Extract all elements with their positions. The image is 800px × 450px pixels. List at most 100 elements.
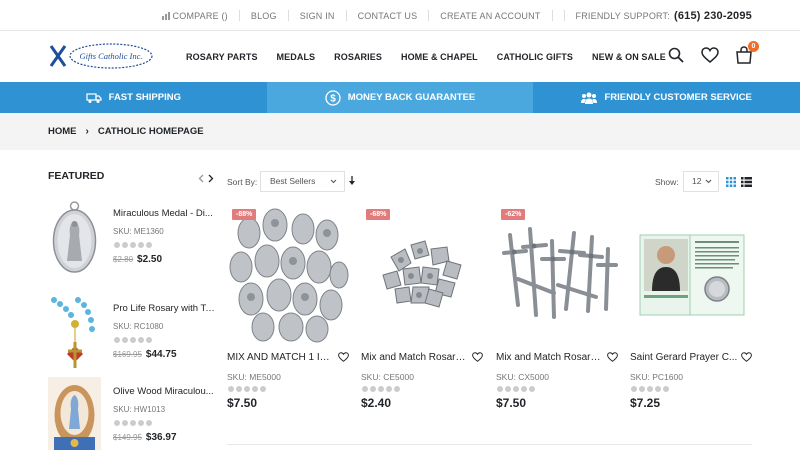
show-count-select[interactable]: 12 [683,171,719,192]
chevron-right-icon[interactable] [208,174,214,183]
show-label: Show: [655,177,679,187]
dollar-circle-icon: $ [325,89,341,106]
rating-stars [114,242,152,248]
product-image-mixed-medals[interactable] [227,205,349,345]
sort-by-value: Best Sellers [270,176,316,186]
cart-count-badge: 0 [748,41,759,52]
top-bar: COMPARE () BLOG SIGN IN CONTACT US CREAT… [0,0,800,31]
sale-price: $44.75 [145,349,177,360]
featured-item[interactable]: Pro Life Rosary with Te... SKU: RC1080 $… [48,294,218,369]
users-icon [581,92,598,104]
rating-stars [631,386,669,392]
breadcrumb-home[interactable]: HOME [48,126,77,137]
featured-title: FEATURED [48,170,105,182]
chevron-down-icon [705,179,712,184]
product-image-miraculous-medal[interactable] [48,199,101,274]
money-back-banner: $ MONEY BACK GUARANTEE [266,82,534,113]
featured-item-sku: SKU: ME1360 [113,227,164,236]
divider [345,10,347,21]
main-header: Gifts Catholic Inc. ROSARY PARTS MEDALS … [0,31,800,82]
truck-icon [86,92,102,103]
fast-shipping-banner: FAST SHIPPING [0,82,267,113]
chevron-left-icon[interactable] [198,174,204,183]
featured-item-name[interactable]: Miraculous Medal - Di... [113,208,217,219]
rating-stars [497,386,535,392]
product-price: $2.40 [361,396,392,410]
featured-item[interactable]: Miraculous Medal - Di... SKU: ME1360 $2.… [48,199,218,274]
sale-price: $2.50 [137,254,163,265]
top-links: COMPARE () BLOG SIGN IN CONTACT US CREAT… [161,0,752,31]
product-name[interactable]: Mix and Match Rosary ... [496,352,604,363]
wishlist-heart-icon[interactable] [338,352,349,362]
product-card[interactable]: -62% Mix and Match Rosary ... SKU: CX500… [496,205,618,425]
divider [238,10,240,21]
product-image-rosary-centers[interactable] [361,205,483,345]
search-icon[interactable] [666,44,686,66]
nav-catholic-gifts[interactable]: CATHOLIC GIFTS [497,52,573,62]
blog-link[interactable]: BLOG [251,11,277,21]
product-name[interactable]: Saint Gerard Prayer C... [630,352,738,363]
featured-item-sku: SKU: RC1080 [113,322,164,331]
product-price: $7.25 [630,396,661,410]
nav-rosaries[interactable]: ROSARIES [334,52,382,62]
divider [428,10,430,21]
nav-medals[interactable]: MEDALS [277,52,316,62]
discount-badge: -62% [501,209,526,220]
featured-item-name[interactable]: Pro Life Rosary with Te... [113,303,217,314]
sign-in-link[interactable]: SIGN IN [300,11,335,21]
old-price: $169.95 [113,350,142,359]
product-image-olive-wood[interactable] [48,377,101,450]
product-sku: SKU: CX5000 [496,372,549,382]
contact-link[interactable]: CONTACT US [358,11,418,21]
wishlist-heart-icon[interactable] [607,352,618,362]
support-label: FRIENDLY SUPPORT: [575,10,670,21]
grid-view-icon[interactable] [726,177,736,187]
support-phone[interactable]: (615) 230-2095 [674,10,752,22]
product-image-pro-life-rosary[interactable] [48,294,101,369]
main-nav: ROSARY PARTS MEDALS ROSARIES HOME & CHAP… [186,31,685,82]
product-image-saint-gerard-card[interactable] [630,205,752,345]
old-price: $149.95 [113,433,142,442]
breadcrumb: HOME › CATHOLIC HOMEPAGE [48,113,204,150]
wishlist-heart-icon[interactable] [700,44,720,66]
sort-by-select[interactable]: Best Sellers [260,171,345,192]
old-price: $2.80 [113,255,134,264]
nav-new-on-sale[interactable]: NEW & ON SALE [592,52,666,62]
divider [287,10,289,21]
featured-arrows [198,174,214,183]
featured-item-name[interactable]: Olive Wood Miraculou... [113,386,217,397]
rating-stars [114,337,152,343]
divider [551,10,553,21]
discount-badge: -88% [232,209,257,220]
wishlist-heart-icon[interactable] [472,352,483,362]
svg-text:$: $ [330,93,336,104]
divider [227,444,752,445]
compare-link[interactable]: COMPARE () [173,11,228,21]
sort-direction-icon[interactable] [349,176,355,186]
featured-item[interactable]: Olive Wood Miraculou... SKU: HW1013 $149… [48,377,218,450]
product-price: $7.50 [227,396,258,410]
customer-service-banner: FRIENDLY CUSTOMER SERVICE [533,82,800,113]
featured-item-sku: SKU: HW1013 [113,405,166,414]
cart-icon[interactable]: 0 [734,41,759,66]
product-price: $7.50 [496,396,527,410]
product-name[interactable]: Mix and Match Rosary ... [361,352,469,363]
product-card[interactable]: -88% MIX AND MATCH 1 Inch ... SKU: ME500… [227,205,349,425]
chevron-down-icon [330,179,337,184]
info-bar: FAST SHIPPING $ MONEY BACK GUARANTEE FRI… [0,82,800,113]
nav-rosary-parts[interactable]: ROSARY PARTS [186,52,258,62]
wishlist-heart-icon[interactable] [741,352,752,362]
product-image-crucifixes[interactable] [496,205,618,345]
header-icons: 0 [666,41,759,66]
list-view-icon[interactable] [741,177,752,187]
product-card[interactable]: -68% Mix and Match Rosary ... SKU: CE500… [361,205,483,425]
nav-home-chapel[interactable]: HOME & CHAPEL [401,52,478,62]
product-sku: SKU: CE5000 [361,372,414,382]
product-card[interactable]: Saint Gerard Prayer C... SKU: PC1600 $7.… [630,205,752,425]
rating-stars [228,386,266,392]
breadcrumb-bar: HOME › CATHOLIC HOMEPAGE [0,113,800,150]
site-logo[interactable]: Gifts Catholic Inc. [48,40,154,72]
product-name[interactable]: MIX AND MATCH 1 Inch ... [227,352,335,363]
create-account-link[interactable]: CREATE AN ACCOUNT [440,11,540,21]
money-back-label: MONEY BACK GUARANTEE [347,92,476,103]
